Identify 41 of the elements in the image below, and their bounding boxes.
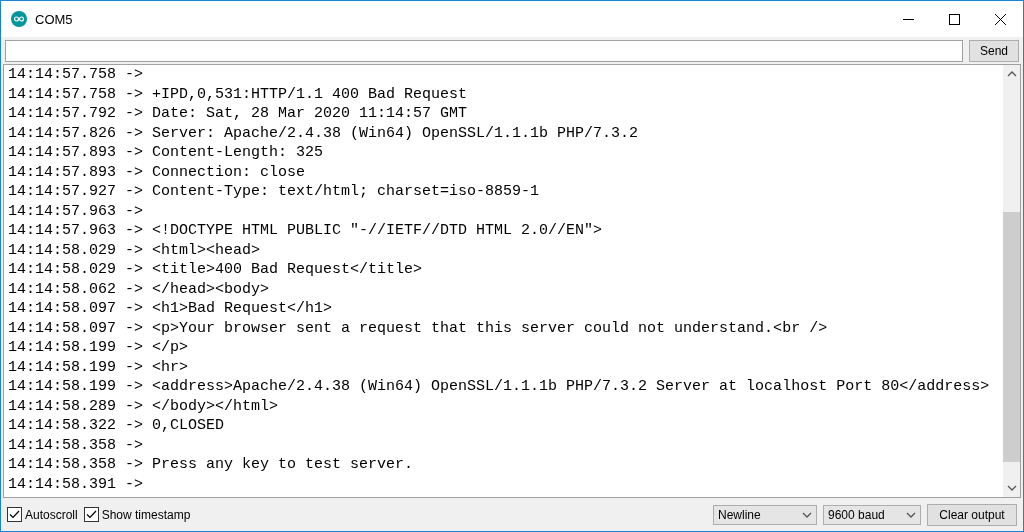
output-line: 14:14:58.029 -> <title>400 Bad Request</title> xyxy=(8,260,424,280)
dropdown-caret-icon xyxy=(802,511,812,518)
output-line: 14:14:58.199 -> <hr> xyxy=(8,357,190,377)
option-checkbox[interactable]: Show timestamp xyxy=(83,507,191,522)
output-line: 14:14:57.927 -> Content-Type: text/html; charset=iso-8859-1 xyxy=(8,182,541,202)
message-input-field[interactable] xyxy=(5,40,963,62)
option-checkbox[interactable]: Autoscroll xyxy=(7,507,78,522)
output-line: 14:14:58.097 -> <p>Your browser sent a request that this server could not understand.<br /> xyxy=(8,318,829,338)
output-line: 14:14:57.893 -> Connection: close xyxy=(8,162,307,182)
line-ending-dropdown[interactable]: Newline xyxy=(713,504,817,525)
output-line: 14:14:58.199 -> <address>Apache/2.4.38 (Win64) OpenSSL/1.1.1b PHP/7.3.2 Server at localhost Port 80</address> xyxy=(8,377,991,397)
checkbox[interactable] xyxy=(83,507,99,522)
send-button[interactable]: Send xyxy=(969,40,1019,62)
dropdown-caret-icon xyxy=(906,511,916,518)
output-line: 14:14:57.826 -> Server: Apache/2.4.38 (Win64) OpenSSL/1.1.1b PHP/7.3.2 xyxy=(8,123,640,143)
output-line: 14:14:58.029 -> <html><head> xyxy=(8,240,262,260)
scroll-down-icon[interactable] xyxy=(1006,485,1017,491)
output-line: 14:14:57.963 -> <!DOCTYPE HTML PUBLIC "-//IETF//DTD HTML 2.0//EN"> xyxy=(8,221,604,241)
output-line: 14:14:58.097 -> <h1>Bad Request</h1> xyxy=(8,299,334,319)
output-line: 14:14:57.792 -> Date: Sat, 28 Mar 2020 11:14:57 GMT xyxy=(8,104,469,124)
output-line: 14:14:58.391 -> xyxy=(8,474,145,494)
output-line: 14:14:58.358 -> Press any key to test server. xyxy=(8,455,415,475)
clear-output-button[interactable]: Clear output xyxy=(927,503,1017,526)
scroll-thumb[interactable] xyxy=(1003,212,1020,462)
output-line: 14:14:57.758 -> +IPD,0,531:HTTP/1.1 400 Bad Request xyxy=(8,84,469,104)
checkbox[interactable] xyxy=(7,507,22,522)
window-title: COM5 xyxy=(35,11,74,27)
scrollbar[interactable] xyxy=(1003,65,1020,497)
output-line: 14:14:58.199 -> </p> xyxy=(8,338,190,358)
app-logo-icon xyxy=(11,11,27,27)
output-line: 14:14:57.893 -> Content-Length: 325 xyxy=(8,143,325,163)
output-line: 14:14:57.758 -> xyxy=(8,65,145,85)
output-line: 14:14:58.289 -> </body></html> xyxy=(8,396,280,416)
output-line: 14:14:58.322 -> 0,CLOSED xyxy=(8,416,226,436)
output-line: 14:14:58.062 -> </head><body> xyxy=(8,279,271,299)
output-line: 14:14:58.358 -> xyxy=(8,435,145,455)
baud-rate-dropdown[interactable]: 9600 baud xyxy=(823,504,921,525)
checkbox-label: Autoscroll xyxy=(25,507,78,522)
scroll-up-icon[interactable] xyxy=(1006,71,1017,77)
output-line: 14:14:57.963 -> xyxy=(8,201,145,221)
checkbox-label: Show timestamp xyxy=(101,507,191,522)
